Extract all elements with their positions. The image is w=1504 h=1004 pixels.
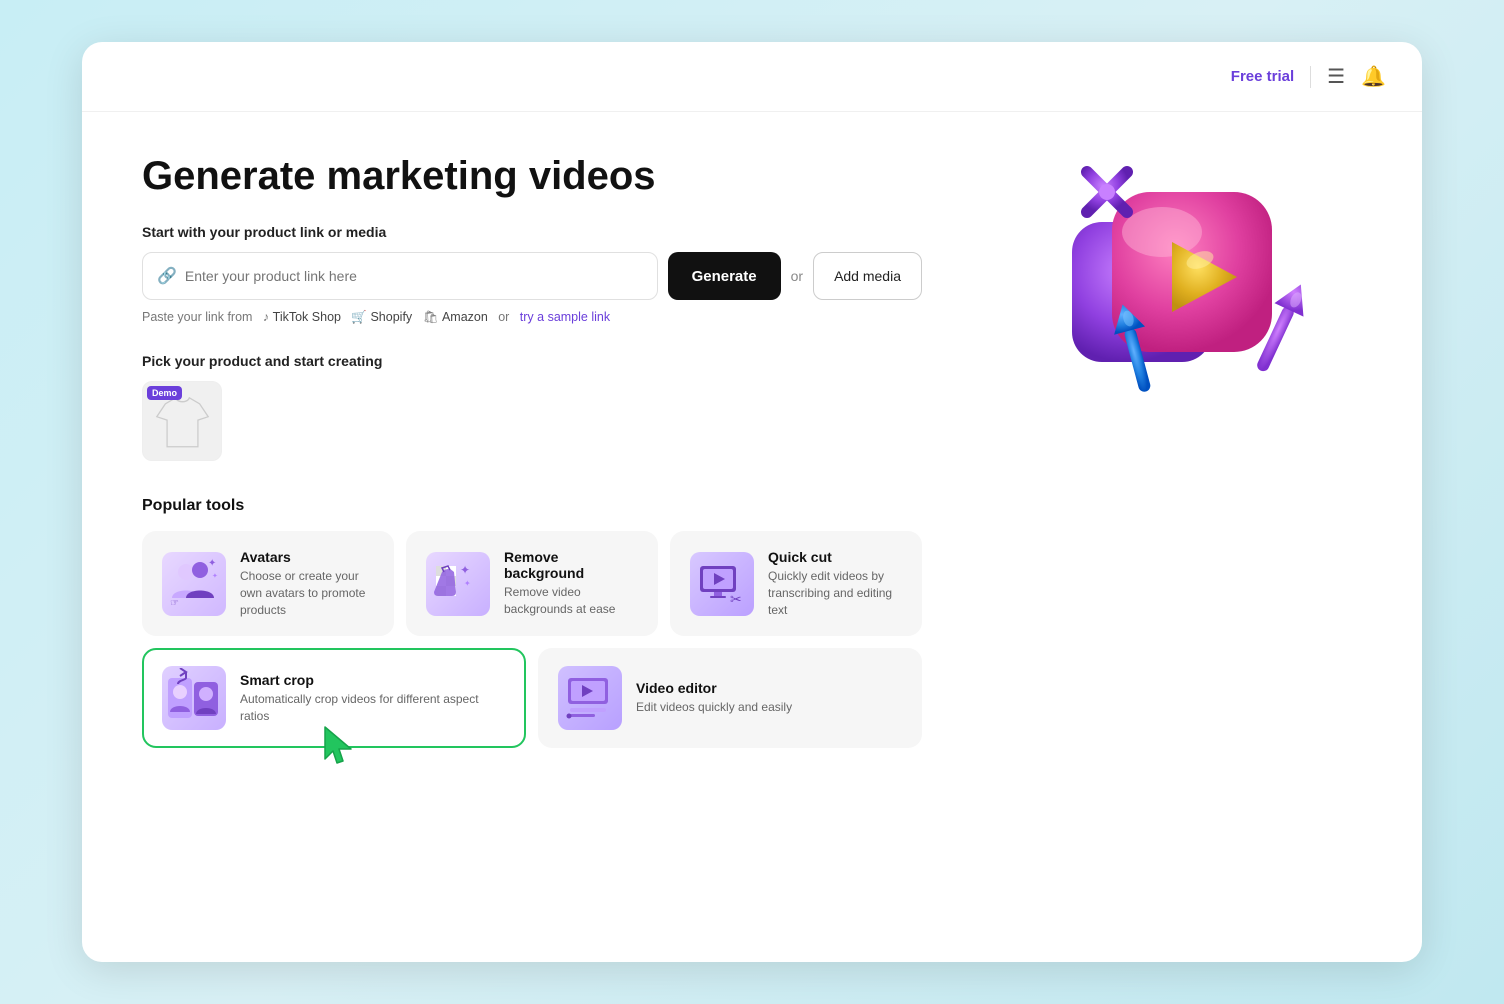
svg-text:✦: ✦ bbox=[460, 563, 470, 577]
svg-text:✂: ✂ bbox=[730, 591, 742, 607]
shirt-image bbox=[155, 391, 210, 451]
header: Free trial ☰ 🔔 bbox=[82, 42, 1422, 112]
section-label: Start with your product link or media bbox=[142, 224, 922, 240]
page-title: Generate marketing videos bbox=[142, 152, 922, 200]
product-link-input[interactable] bbox=[185, 268, 643, 284]
or-text: or bbox=[791, 268, 803, 284]
main-window: Free trial ☰ 🔔 Generate marketing videos… bbox=[82, 42, 1422, 962]
smart-crop-text: Smart crop Automatically crop videos for… bbox=[240, 672, 506, 725]
link-icon: 🔗 bbox=[157, 266, 177, 286]
paste-hint-prefix: Paste your link from bbox=[142, 310, 252, 324]
popular-tools-section: Popular tools bbox=[142, 497, 922, 748]
amazon-icon: 🛍 bbox=[423, 310, 439, 324]
menu-icon[interactable]: ☰ bbox=[1327, 64, 1345, 89]
shopify-link[interactable]: Shopify bbox=[370, 310, 412, 324]
quick-cut-name: Quick cut bbox=[768, 549, 902, 565]
picks-label: Pick your product and start creating bbox=[142, 353, 922, 369]
svg-text:✦: ✦ bbox=[208, 558, 216, 569]
video-editor-desc: Edit videos quickly and easily bbox=[636, 699, 792, 716]
avatars-name: Avatars bbox=[240, 549, 374, 565]
remove-bg-desc: Remove video backgrounds at ease bbox=[504, 584, 638, 618]
video-editor-icon bbox=[558, 666, 622, 730]
smart-crop-desc: Automatically crop videos for different … bbox=[240, 691, 506, 725]
tool-card-video-editor[interactable]: Video editor Edit videos quickly and eas… bbox=[538, 648, 922, 748]
smart-crop-name: Smart crop bbox=[240, 672, 506, 688]
sample-link[interactable]: try a sample link bbox=[520, 310, 610, 324]
hero-3d-graphic bbox=[1052, 142, 1352, 442]
video-editor-name: Video editor bbox=[636, 680, 792, 696]
svg-text:☞: ☞ bbox=[170, 598, 179, 609]
demo-badge: Demo bbox=[147, 386, 182, 400]
remove-bg-icon: ✦ ✦ bbox=[426, 552, 490, 616]
quick-cut-text: Quick cut Quickly edit videos by transcr… bbox=[768, 549, 902, 618]
tool-card-remove-bg[interactable]: ✦ ✦ Remove background Remove video backg… bbox=[406, 531, 658, 636]
cursor-indicator bbox=[319, 723, 359, 774]
header-divider bbox=[1310, 66, 1311, 88]
paste-hint: Paste your link from ♪ TikTok Shop 🛒 Sho… bbox=[142, 310, 922, 325]
tiktok-shop-link[interactable]: TikTok Shop bbox=[273, 310, 341, 324]
input-row: 🔗 Generate or Add media bbox=[142, 252, 922, 300]
remove-bg-name: Remove background bbox=[504, 549, 638, 581]
remove-bg-text: Remove background Remove video backgroun… bbox=[504, 549, 638, 618]
hero-decoration bbox=[1052, 142, 1372, 462]
popular-tools-title: Popular tools bbox=[142, 497, 922, 515]
quick-cut-desc: Quickly edit videos by transcribing and … bbox=[768, 568, 902, 618]
tiktok-icon: ♪ bbox=[263, 310, 269, 324]
main-content: Generate marketing videos Start with you… bbox=[82, 112, 1422, 788]
generate-button[interactable]: Generate bbox=[668, 252, 781, 300]
free-trial-link[interactable]: Free trial bbox=[1231, 68, 1294, 85]
paste-or: or bbox=[498, 310, 509, 324]
amazon-link[interactable]: Amazon bbox=[442, 310, 488, 324]
svg-text:✦: ✦ bbox=[212, 572, 218, 580]
left-content: Generate marketing videos Start with you… bbox=[142, 152, 922, 748]
avatars-text: Avatars Choose or create your own avatar… bbox=[240, 549, 374, 618]
tool-card-avatars[interactable]: ✦ ✦ ☞ Avatars Choose or create your own … bbox=[142, 531, 394, 636]
tool-card-smart-crop[interactable]: Smart crop Automatically crop videos for… bbox=[142, 648, 526, 748]
shopify-icon: 🛒 bbox=[351, 310, 367, 324]
video-editor-text: Video editor Edit videos quickly and eas… bbox=[636, 680, 792, 716]
smart-crop-icon bbox=[162, 666, 226, 730]
svg-text:✦: ✦ bbox=[464, 579, 471, 588]
avatars-icon: ✦ ✦ ☞ bbox=[162, 552, 226, 616]
product-thumbnail[interactable]: Demo bbox=[142, 381, 222, 461]
tools-grid-top: ✦ ✦ ☞ Avatars Choose or create your own … bbox=[142, 531, 922, 636]
bell-icon[interactable]: 🔔 bbox=[1361, 64, 1386, 89]
avatars-desc: Choose or create your own avatars to pro… bbox=[240, 568, 374, 618]
product-input-wrapper: 🔗 bbox=[142, 252, 658, 300]
tool-card-quick-cut[interactable]: ✂ Quick cut Quickly edit videos by trans… bbox=[670, 531, 922, 636]
quick-cut-icon: ✂ bbox=[690, 552, 754, 616]
add-media-button[interactable]: Add media bbox=[813, 252, 922, 300]
tools-grid-bottom: Smart crop Automatically crop videos for… bbox=[142, 648, 922, 748]
